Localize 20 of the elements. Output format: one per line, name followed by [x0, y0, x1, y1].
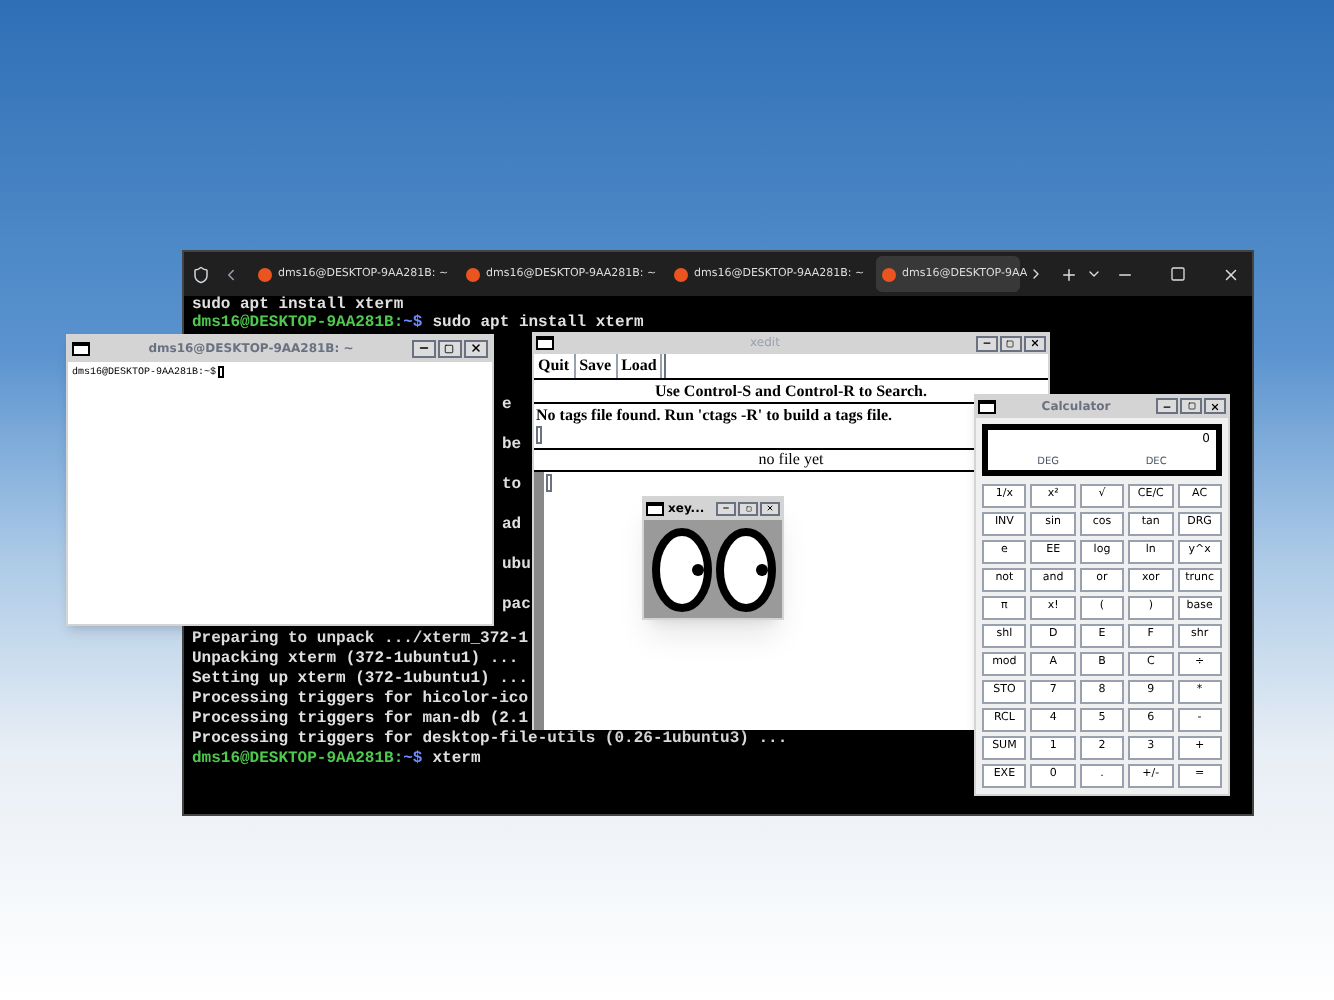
- terminal-output-line: Unpacking xterm (372-1ubuntu1) ...: [192, 650, 519, 670]
- terminal-output-line: e: [502, 396, 512, 416]
- terminal-output-line: to: [502, 476, 522, 496]
- terminal-output-line: be: [502, 436, 522, 456]
- terminal-output-line: pac: [502, 596, 531, 616]
- prompt-path: ~$: [403, 750, 423, 768]
- terminal-output-line: ad: [502, 516, 522, 536]
- terminal-output-line: Processing triggers for man-db (2.1: [192, 710, 529, 730]
- terminal-output-line: Processing triggers for hicolor-ico: [192, 690, 529, 710]
- info-text: No tags file found. Run 'ctags -R' to build a tags file.: [534, 404, 895, 426]
- command-text: xterm: [432, 750, 481, 768]
- prompt-text: dms16@DESKTOP-9AA281B:: [192, 750, 404, 768]
- terminal-output-line: ubu: [502, 556, 531, 576]
- command-text: sudo apt install xterm: [432, 314, 644, 332]
- prompt-text: dms16@DESKTOP-9AA281B:: [192, 314, 404, 332]
- terminal-output-line: Processing triggers for desktop-file-utils (0.26-1ubuntu3) ...: [192, 730, 788, 750]
- prompt-path: ~$: [403, 314, 423, 332]
- terminal-output-line: sudo apt install xterm: [192, 296, 404, 314]
- terminal-output-line: Preparing to unpack .../xterm_372-1: [192, 630, 529, 650]
- terminal-output-line: Setting up xterm (372-1ubuntu1) ...: [192, 670, 529, 690]
